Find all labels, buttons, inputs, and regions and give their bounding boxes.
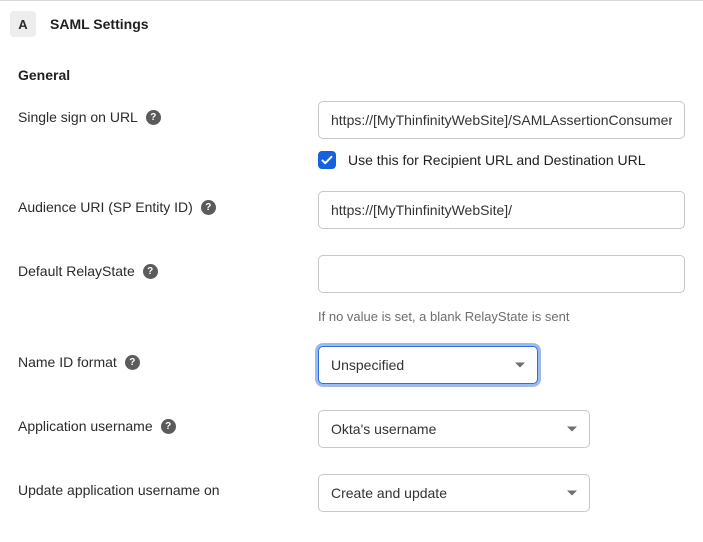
name-id-format-select[interactable]: Unspecified [318, 346, 538, 384]
label-name-id-format: Name ID format ? [18, 346, 318, 370]
general-heading: General [18, 67, 685, 83]
label-update-username-on: Update application username on [18, 474, 318, 498]
form-content: General Single sign on URL ? Use this fo… [0, 47, 703, 538]
label-application-username: Application username ? [18, 410, 318, 434]
field-application-username: Okta's username [318, 410, 685, 448]
field-name-id-format: Unspecified [318, 346, 685, 384]
field-update-username-on: Create and update [318, 474, 685, 512]
field-audience-uri [318, 191, 685, 229]
update-username-on-selected: Create and update [331, 485, 447, 501]
help-icon[interactable]: ? [146, 110, 161, 125]
default-relaystate-helper: If no value is set, a blank RelayState i… [318, 309, 685, 324]
label-text-name-id-format: Name ID format [18, 354, 117, 370]
help-icon[interactable]: ? [125, 355, 140, 370]
chevron-down-icon [515, 363, 525, 368]
update-username-on-select[interactable]: Create and update [318, 474, 590, 512]
help-icon[interactable]: ? [161, 419, 176, 434]
row-update-username-on: Update application username on Create an… [18, 474, 685, 516]
row-default-relaystate: Default RelayState ? If no value is set,… [18, 255, 685, 324]
label-text-application-username: Application username [18, 418, 153, 434]
sso-url-checkbox-line: Use this for Recipient URL and Destinati… [318, 151, 685, 169]
application-username-select[interactable]: Okta's username [318, 410, 590, 448]
row-audience-uri: Audience URI (SP Entity ID) ? [18, 191, 685, 233]
sso-url-checkbox-label: Use this for Recipient URL and Destinati… [348, 152, 646, 168]
step-badge: A [10, 11, 36, 37]
section-title: SAML Settings [50, 16, 149, 32]
name-id-format-selected: Unspecified [331, 357, 404, 373]
help-icon[interactable]: ? [201, 200, 216, 215]
row-name-id-format: Name ID format ? Unspecified [18, 346, 685, 388]
row-application-username: Application username ? Okta's username [18, 410, 685, 452]
chevron-down-icon [567, 491, 577, 496]
check-icon [321, 154, 333, 166]
default-relaystate-input[interactable] [318, 255, 685, 293]
label-sso-url: Single sign on URL ? [18, 101, 318, 125]
sso-url-checkbox[interactable] [318, 151, 336, 169]
label-text-update-username-on: Update application username on [18, 482, 220, 498]
sso-url-input[interactable] [318, 101, 685, 139]
label-text-sso-url: Single sign on URL [18, 109, 138, 125]
help-icon[interactable]: ? [143, 264, 158, 279]
saml-settings-header: A SAML Settings [0, 0, 703, 47]
label-text-audience-uri: Audience URI (SP Entity ID) [18, 199, 193, 215]
application-username-selected: Okta's username [331, 421, 436, 437]
audience-uri-input[interactable] [318, 191, 685, 229]
label-default-relaystate: Default RelayState ? [18, 255, 318, 279]
row-sso-url: Single sign on URL ? Use this for Recipi… [18, 101, 685, 169]
field-sso-url: Use this for Recipient URL and Destinati… [318, 101, 685, 169]
field-default-relaystate: If no value is set, a blank RelayState i… [318, 255, 685, 324]
label-audience-uri: Audience URI (SP Entity ID) ? [18, 191, 318, 215]
label-text-default-relaystate: Default RelayState [18, 263, 135, 279]
chevron-down-icon [567, 427, 577, 432]
